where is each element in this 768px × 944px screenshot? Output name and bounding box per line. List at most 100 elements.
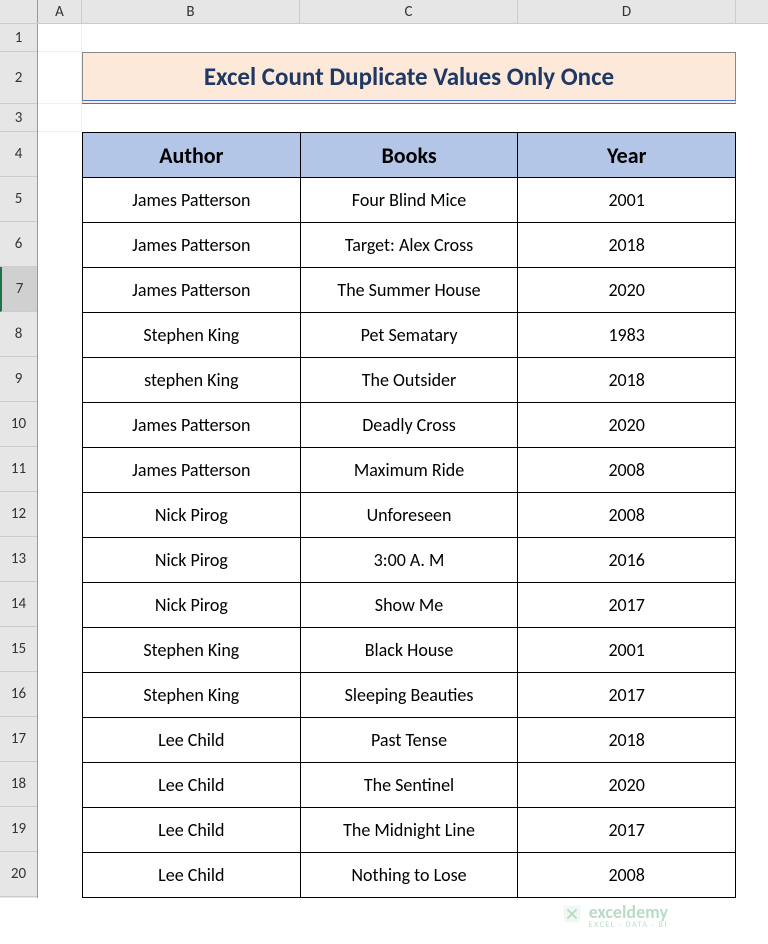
content-area: Excel Count Duplicate Values Only Once A… [38,24,768,898]
table-row: James PattersonDeadly Cross2020 [83,403,736,448]
table-row: James PattersonMaximum Ride2008 [83,448,736,493]
row-header-6[interactable]: 6 [0,222,37,267]
data-table: Author Books Year James PattersonFour Bl… [82,132,736,898]
cell-book[interactable]: Four Blind Mice [300,178,518,223]
cell-book[interactable]: 3:00 A. M [300,538,518,583]
cell-author[interactable]: Stephen King [83,628,301,673]
cell-a2[interactable] [38,52,82,104]
table-row: Stephen KingSleeping Beauties2017 [83,673,736,718]
cell-author[interactable]: Stephen King [83,673,301,718]
table-row: Lee ChildNothing to Lose2008 [83,853,736,898]
column-header-c[interactable]: C [300,0,518,23]
table-row: James PattersonFour Blind Mice2001 [83,178,736,223]
table-row: Nick Pirog3:00 A. M2016 [83,538,736,583]
cell-year[interactable]: 2018 [518,358,736,403]
title-cell[interactable]: Excel Count Duplicate Values Only Once [82,52,736,104]
table-row: Nick PirogShow Me2017 [83,583,736,628]
cell-author[interactable]: Lee Child [83,763,301,808]
cell-book[interactable]: Maximum Ride [300,448,518,493]
row-header-7[interactable]: 7 [0,267,37,312]
cell-book[interactable]: The Outsider [300,358,518,403]
cell-author[interactable]: Lee Child [83,853,301,898]
cell-year[interactable]: 2017 [518,808,736,853]
watermark-main: exceldemy [589,903,668,921]
cell-book[interactable]: The Summer House [300,268,518,313]
cell-year[interactable]: 2008 [518,493,736,538]
cell-author[interactable]: Lee Child [83,808,301,853]
cell-year[interactable]: 2016 [518,538,736,583]
cell-author[interactable]: James Patterson [83,223,301,268]
row-header-3[interactable]: 3 [0,104,37,132]
row-header-12[interactable]: 12 [0,492,37,537]
table-row: James PattersonThe Summer House2020 [83,268,736,313]
cell-year[interactable]: 2017 [518,583,736,628]
cell-author[interactable]: James Patterson [83,403,301,448]
row-header-14[interactable]: 14 [0,582,37,627]
row-header-8[interactable]: 8 [0,312,37,357]
cell-author[interactable]: James Patterson [83,268,301,313]
cell-year[interactable]: 2020 [518,763,736,808]
cell-year[interactable]: 2018 [518,718,736,763]
cell-year[interactable]: 2008 [518,853,736,898]
cell-book[interactable]: The Sentinel [300,763,518,808]
watermark-icon [561,903,583,929]
cell-author[interactable]: Nick Pirog [83,493,301,538]
cell-year[interactable]: 2020 [518,268,736,313]
cell-author[interactable]: James Patterson [83,448,301,493]
header-books[interactable]: Books [300,133,518,178]
cell-book[interactable]: Past Tense [300,718,518,763]
row-header-16[interactable]: 16 [0,672,37,717]
column-header-d[interactable]: D [518,0,736,23]
cell-book[interactable]: Deadly Cross [300,403,518,448]
row-header-15[interactable]: 15 [0,627,37,672]
cell-year[interactable]: 1983 [518,313,736,358]
row-header-13[interactable]: 13 [0,537,37,582]
cell-book[interactable]: Show Me [300,583,518,628]
cell-year[interactable]: 2001 [518,628,736,673]
cell-a3[interactable] [38,104,82,132]
cell-year[interactable]: 2018 [518,223,736,268]
select-all-corner[interactable] [0,0,38,23]
table-header-row: Author Books Year [83,133,736,178]
cell-year[interactable]: 2020 [518,403,736,448]
row-header-5[interactable]: 5 [0,177,37,222]
column-header-a[interactable]: A [38,0,82,23]
cell-year[interactable]: 2001 [518,178,736,223]
cell-book[interactable]: Nothing to Lose [300,853,518,898]
table-row: Nick PirogUnforeseen2008 [83,493,736,538]
row-header-10[interactable]: 10 [0,402,37,447]
table-row: Lee ChildPast Tense2018 [83,718,736,763]
cell-year[interactable]: 2008 [518,448,736,493]
cell-book[interactable]: Unforeseen [300,493,518,538]
row-header-11[interactable]: 11 [0,447,37,492]
cell-book[interactable]: Pet Sematary [300,313,518,358]
column-header-b[interactable]: B [82,0,300,23]
row-header-4[interactable]: 4 [0,132,37,177]
table-row: James PattersonTarget: Alex Cross2018 [83,223,736,268]
row-header-2[interactable]: 2 [0,52,37,104]
row-header-18[interactable]: 18 [0,762,37,807]
cell-book[interactable]: Black House [300,628,518,673]
cell-author[interactable]: James Patterson [83,178,301,223]
cell-author[interactable]: stephen King [83,358,301,403]
cell-book[interactable]: Target: Alex Cross [300,223,518,268]
cell-year[interactable]: 2017 [518,673,736,718]
cell-author[interactable]: Stephen King [83,313,301,358]
header-author[interactable]: Author [83,133,301,178]
row-header-1[interactable]: 1 [0,24,37,52]
table-row: Stephen KingBlack House2001 [83,628,736,673]
row-header-9[interactable]: 9 [0,357,37,402]
cell-book[interactable]: The Midnight Line [300,808,518,853]
cell-a1[interactable] [38,24,82,52]
header-year[interactable]: Year [518,133,736,178]
table-row: Stephen KingPet Sematary1983 [83,313,736,358]
cell-author[interactable]: Nick Pirog [83,583,301,628]
cell-author[interactable]: Nick Pirog [83,538,301,583]
row-header-17[interactable]: 17 [0,717,37,762]
table-row: stephen KingThe Outsider2018 [83,358,736,403]
row-header-19[interactable]: 19 [0,807,37,852]
cell-author[interactable]: Lee Child [83,718,301,763]
row-header-20[interactable]: 20 [0,852,37,897]
cell-book[interactable]: Sleeping Beauties [300,673,518,718]
spreadsheet-grid: A B C D 1 2 3 4 5 6 7 8 9 10 11 12 13 14… [0,0,768,944]
